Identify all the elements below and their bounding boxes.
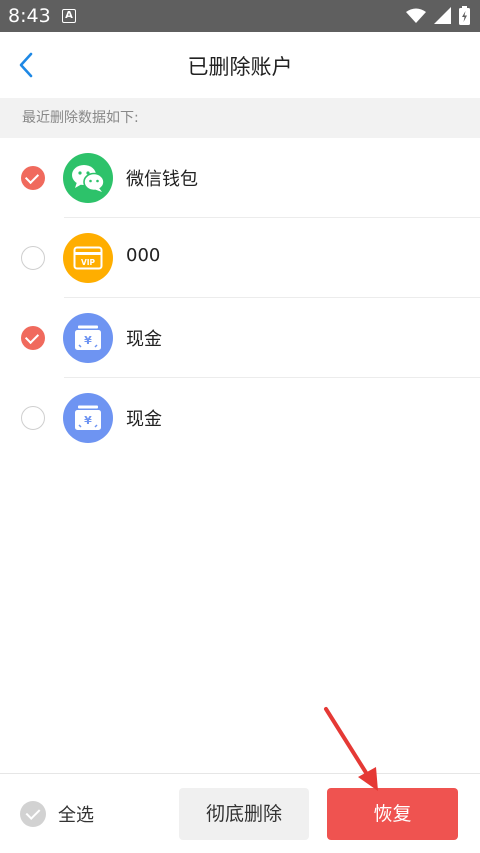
vip-card-icon: VIP [63,233,113,283]
wechat-icon [63,153,113,203]
bottom-action-bar: 全选 彻底删除 恢复 [0,773,480,853]
svg-text:¥: ¥ [84,334,92,347]
restore-button[interactable]: 恢复 [327,788,458,840]
page-title: 已删除账户 [187,55,293,79]
select-all-label: 全选 [58,805,94,826]
status-icons [406,6,470,25]
wifi-icon [406,8,426,23]
account-row-000[interactable]: VIP 000 [0,218,480,298]
notification-badge-icon: A [62,9,76,23]
cash-icon: ¥ [63,313,113,363]
account-row-cash-2[interactable]: ¥ 现金 [0,378,480,458]
nav-bar: 已删除账户 [0,32,480,98]
account-name: 微信钱包 [126,169,198,190]
status-time: 8:43 [8,5,51,27]
permanent-delete-button[interactable]: 彻底删除 [179,788,309,840]
cash-icon: ¥ [63,393,113,443]
account-row-cash[interactable]: ¥ 现金 [0,298,480,378]
status-bar: 8:43 A [0,0,480,32]
account-name: 现金 [126,329,162,350]
account-row-wechat-wallet[interactable]: 微信钱包 [0,138,480,218]
row-checkbox[interactable] [21,406,45,430]
section-header: 最近删除数据如下: [0,98,480,138]
svg-text:¥: ¥ [84,414,92,427]
row-checkbox[interactable] [21,326,45,350]
select-all-toggle[interactable]: 全选 [20,801,94,827]
svg-text:VIP: VIP [81,258,96,267]
row-checkbox[interactable] [21,246,45,270]
row-checkbox[interactable] [21,166,45,190]
account-name: 000 [126,245,161,266]
account-name: 现金 [126,409,162,430]
battery-icon [459,6,470,25]
account-list: 微信钱包 VIP 000 ¥ 现金 ¥ 现金 [0,138,480,458]
select-all-check-icon[interactable] [20,801,46,827]
signal-icon [434,7,451,24]
